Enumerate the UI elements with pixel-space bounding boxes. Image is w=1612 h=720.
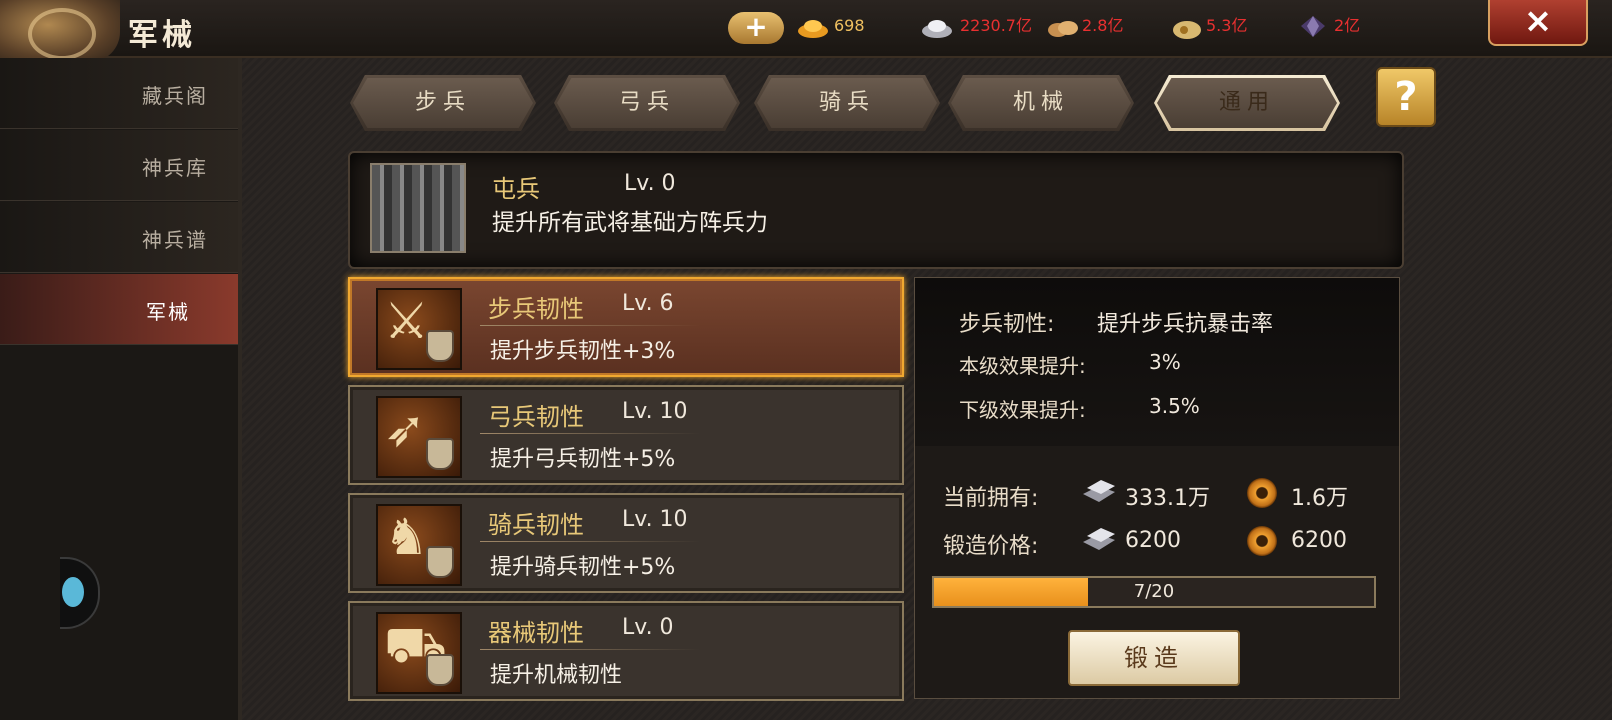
next-effect-value: 3.5%: [1149, 394, 1200, 418]
skill-description: 提升骑兵韧性+5%: [490, 555, 676, 580]
sidebar: 藏兵阁 神兵库 神兵谱 军械: [0, 58, 241, 720]
banner-name: 屯兵: [492, 175, 540, 203]
divider: [480, 325, 700, 326]
help-icon[interactable]: ?: [1376, 67, 1436, 127]
skill-level: Lv. 0: [622, 615, 674, 640]
gem-icon: [1301, 16, 1325, 37]
forge-progress-bar: 7/20: [932, 576, 1376, 608]
current-effect-value: 3%: [1149, 350, 1181, 374]
sidebar-item-label: 军械: [146, 300, 190, 324]
garrison-banner: 屯兵 Lv. 0 提升所有武将基础方阵兵力: [348, 151, 1404, 269]
owned-label: 当前拥有:: [943, 486, 1039, 511]
skill-description: 提升步兵韧性+3%: [490, 339, 676, 364]
gold-ingot-icon: [798, 20, 828, 38]
detail-title-label: 步兵韧性:: [959, 312, 1055, 337]
next-effect-label: 下级效果提升:: [959, 398, 1086, 422]
sword-icon: ⚔: [376, 288, 462, 370]
gem-amount: 2亿: [1334, 16, 1361, 35]
tab-archer[interactable]: 弓兵: [554, 75, 740, 131]
tab-machinery[interactable]: 机械: [948, 75, 1134, 131]
skill-level: Lv. 6: [622, 291, 674, 316]
page-title: 军械: [128, 18, 196, 53]
skill-row-cavalry-toughness[interactable]: ♞ 骑兵韧性 Lv. 10 提升骑兵韧性+5%: [348, 493, 904, 593]
skill-row-archer-toughness[interactable]: ➶ 弓兵韧性 Lv. 10 提升弓兵韧性+5%: [348, 385, 904, 485]
grain-icon: [1048, 21, 1078, 37]
skill-row-infantry-toughness[interactable]: ⚔ 步兵韧性 Lv. 6 提升步兵韧性+3%: [348, 277, 904, 377]
divider: [480, 541, 700, 542]
close-button[interactable]: ×: [1488, 0, 1588, 46]
cost-label: 锻造价格:: [943, 534, 1039, 559]
silver-bar-icon: [1083, 480, 1115, 502]
gear-icon: [1247, 526, 1277, 556]
silver-amount: 2230.7亿: [960, 16, 1032, 35]
top-bar: 军械 + 698 2230.7亿 2.8亿 5.3亿 2亿 ×: [0, 0, 1612, 62]
cost-gear: 6200: [1291, 528, 1347, 553]
tab-cavalry[interactable]: 骑兵: [754, 75, 940, 131]
grain-amount: 2.8亿: [1082, 16, 1124, 35]
sidebar-item-armory[interactable]: 藏兵阁: [0, 58, 238, 129]
sidebar-item-label: 藏兵阁: [142, 84, 208, 108]
tab-general[interactable]: 通用: [1154, 75, 1340, 131]
skill-name: 骑兵韧性: [488, 511, 584, 539]
progress-text: 7/20: [1133, 581, 1175, 602]
coin-amount: 5.3亿: [1206, 16, 1248, 35]
bow-icon: ➶: [376, 396, 462, 478]
skill-level: Lv. 10: [622, 507, 688, 532]
silver-ingot-icon: [922, 20, 952, 38]
skill-name: 弓兵韧性: [488, 403, 584, 431]
horse-icon: ♞: [376, 504, 462, 586]
banner-level: Lv. 0: [624, 171, 676, 196]
silver-bar-icon: [1083, 528, 1115, 550]
owned-gear: 1.6万: [1291, 486, 1348, 511]
sidebar-item-weapon-vault[interactable]: 神兵库: [0, 130, 238, 201]
divider: [480, 433, 700, 434]
sidebar-item-ordnance[interactable]: 军械: [0, 274, 241, 345]
skill-description: 提升弓兵韧性+5%: [490, 447, 676, 472]
detail-title-value: 提升步兵抗暴击率: [1097, 312, 1274, 337]
skill-name: 步兵韧性: [488, 295, 584, 323]
avatar-face-icon: [62, 577, 84, 607]
tab-infantry[interactable]: 步兵: [350, 75, 536, 131]
troops-icon: [370, 163, 466, 253]
divider: [480, 649, 700, 650]
gear-icon: [1247, 478, 1277, 508]
sidebar-item-label: 神兵库: [142, 156, 208, 180]
cost-silver: 6200: [1125, 528, 1181, 553]
skill-description: 提升机械韧性: [490, 663, 623, 688]
banner-description: 提升所有武将基础方阵兵力: [492, 210, 768, 236]
coin-bag-icon: [1173, 21, 1201, 39]
gold-ingot-amount: 698: [834, 16, 865, 35]
crest-emblem-icon: [0, 0, 120, 62]
owned-silver: 333.1万: [1125, 486, 1210, 511]
forge-button[interactable]: 锻造: [1068, 630, 1240, 686]
catapult-icon: ⛟: [376, 612, 462, 694]
skill-level: Lv. 10: [622, 399, 688, 424]
sidebar-item-weapon-codex[interactable]: 神兵谱: [0, 202, 238, 273]
sidebar-item-label: 神兵谱: [142, 228, 208, 252]
current-effect-label: 本级效果提升:: [959, 354, 1086, 378]
add-currency-button[interactable]: +: [728, 12, 784, 44]
skill-name: 器械韧性: [488, 619, 584, 647]
skill-row-machinery-toughness[interactable]: ⛟ 器械韧性 Lv. 0 提升机械韧性: [348, 601, 904, 701]
